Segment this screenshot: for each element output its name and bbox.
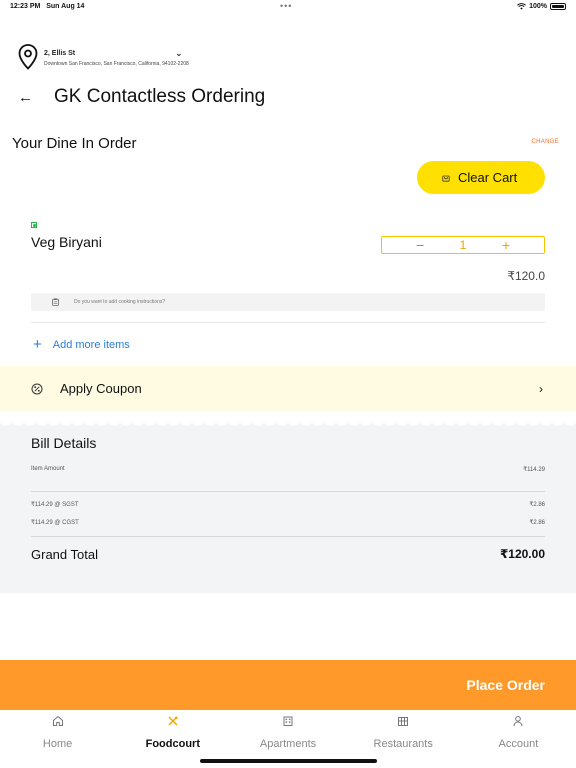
account-icon bbox=[513, 716, 523, 727]
foodcourt-icon bbox=[168, 716, 178, 726]
location-pin-icon bbox=[18, 44, 38, 70]
add-more-items-button[interactable]: + Add more items bbox=[33, 336, 130, 353]
quantity-stepper[interactable]: − 1 + bbox=[381, 236, 545, 254]
tab-account[interactable]: Account bbox=[461, 710, 576, 768]
tab-home[interactable]: Home bbox=[0, 710, 115, 768]
bill-title: Bill Details bbox=[31, 435, 97, 451]
bill-row: Item Amount ₹114.29 bbox=[31, 466, 545, 473]
place-order-label: Place Order bbox=[466, 677, 545, 693]
restaurants-icon bbox=[398, 717, 409, 726]
item-price: ₹120.0 bbox=[507, 269, 545, 283]
grand-total-label: Grand Total bbox=[31, 547, 98, 562]
bill-row-value: ₹2.86 bbox=[529, 502, 546, 508]
instructions-placeholder: Do you want to add cooking instructions? bbox=[74, 299, 166, 305]
increase-quantity-button[interactable]: + bbox=[502, 238, 510, 252]
divider bbox=[31, 322, 545, 323]
multitask-dots[interactable]: ••• bbox=[280, 1, 292, 11]
home-icon bbox=[52, 715, 63, 726]
tab-label: Account bbox=[498, 738, 539, 750]
page-header: ← GK Contactless Ordering bbox=[18, 86, 265, 108]
back-arrow-icon[interactable]: ← bbox=[18, 89, 40, 106]
wifi-icon bbox=[517, 3, 527, 10]
tab-label: Home bbox=[42, 738, 73, 750]
tab-label: Foodcourt bbox=[145, 738, 200, 750]
bill-row-value: ₹2.86 bbox=[529, 520, 546, 526]
decrease-quantity-button[interactable]: − bbox=[416, 238, 424, 252]
battery-icon bbox=[550, 3, 566, 10]
page-title: GK Contactless Ordering bbox=[54, 86, 266, 107]
coupon-icon bbox=[31, 383, 43, 394]
chevron-right-icon: › bbox=[539, 381, 543, 396]
status-date: Sun Aug 14 bbox=[46, 3, 85, 10]
order-title: Your Dine In Order bbox=[12, 135, 137, 152]
bill-row: ₹114.29 @ SGST ₹2.86 bbox=[31, 501, 545, 508]
tab-label: Apartments bbox=[259, 738, 317, 750]
status-bar: 12:23 PM Sun Aug 14 ••• 100% bbox=[0, 0, 576, 14]
clear-cart-label: Clear Cart bbox=[458, 170, 518, 185]
chevron-down-icon[interactable]: ⌄ bbox=[175, 48, 183, 59]
scallop-edge bbox=[0, 416, 576, 426]
quantity-value: 1 bbox=[459, 238, 467, 252]
apartments-icon bbox=[283, 716, 293, 726]
address-street: 2, Ellis St bbox=[44, 49, 76, 57]
change-link[interactable]: CHANGE bbox=[532, 139, 559, 145]
home-indicator[interactable] bbox=[200, 759, 377, 763]
bill-row-label: ₹114.29 @ SGST bbox=[31, 502, 79, 508]
clear-cart-button[interactable]: Clear Cart bbox=[417, 161, 545, 194]
status-right: 100% bbox=[517, 3, 566, 10]
bill-row-value: ₹114.29 bbox=[523, 467, 545, 473]
address-text: 2, Ellis St ⌄ Downtown San Francisco, Sa… bbox=[44, 48, 189, 67]
item-name: Veg Biryani bbox=[31, 234, 102, 250]
address-line1: 2, Ellis St ⌄ bbox=[44, 48, 189, 59]
cooking-instructions-field[interactable]: Do you want to add cooking instructions? bbox=[31, 293, 545, 311]
bill-divider bbox=[31, 491, 545, 492]
apply-coupon-label: Apply Coupon bbox=[60, 381, 142, 396]
tab-label: Restaurants bbox=[373, 738, 433, 750]
bill-row: ₹114.29 @ CGST ₹2.86 bbox=[31, 519, 545, 526]
grand-total-value: ₹120.00 bbox=[499, 547, 545, 561]
address-line2: Downtown San Francisco, San Francisco, C… bbox=[44, 60, 189, 67]
apply-coupon-row[interactable]: Apply Coupon › bbox=[0, 366, 576, 411]
cart-icon bbox=[442, 175, 450, 182]
place-order-button[interactable]: Place Order bbox=[0, 660, 576, 710]
bill-row-label: ₹114.29 @ CGST bbox=[31, 520, 79, 526]
location-selector[interactable]: 2, Ellis St ⌄ Downtown San Francisco, Sa… bbox=[18, 44, 189, 70]
bill-details: Bill Details Item Amount ₹114.29 ₹114.29… bbox=[0, 416, 576, 593]
bill-divider bbox=[31, 536, 545, 537]
veg-indicator-icon bbox=[31, 222, 37, 228]
plus-icon: + bbox=[33, 336, 42, 353]
status-time-text: 12:23 PM bbox=[10, 3, 41, 10]
status-time: 12:23 PM Sun Aug 14 bbox=[10, 3, 84, 10]
battery-percent: 100% bbox=[529, 3, 547, 10]
clipboard-icon bbox=[52, 298, 59, 306]
bill-row-label: Item Amount bbox=[31, 466, 65, 472]
add-more-items-label: Add more items bbox=[52, 338, 130, 351]
grand-total-row: Grand Total ₹120.00 bbox=[31, 547, 545, 562]
